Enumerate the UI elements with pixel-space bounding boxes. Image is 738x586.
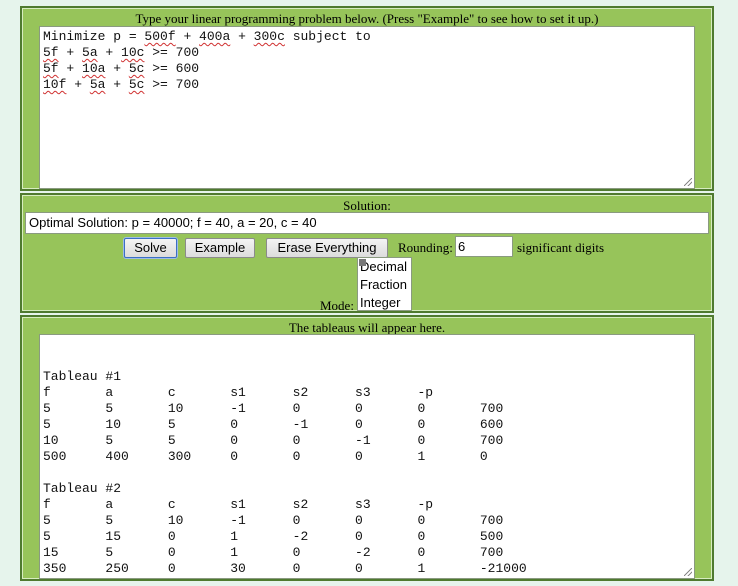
erase-everything-button[interactable]: Erase Everything: [266, 238, 388, 258]
solve-button[interactable]: Solve: [124, 238, 177, 258]
mode-option-integer[interactable]: Integer: [358, 294, 411, 312]
problem-text: >= 700: [144, 77, 200, 92]
tableau-text: Tableau #1 f a c s1 s2 s3 -p 5 5 10 -1 0…: [43, 369, 527, 576]
problem-text: +: [230, 29, 254, 44]
example-button[interactable]: Example: [185, 238, 255, 258]
misspelled-term: 5f: [43, 45, 59, 60]
problem-textarea[interactable]: Minimize p = 500f + 400a + 300c subject …: [39, 26, 695, 189]
misspelled-term: 5a: [82, 45, 98, 60]
problem-panel: Type your linear programming problem bel…: [20, 6, 714, 191]
mode-select[interactable]: Decimal Fraction Integer: [357, 257, 412, 311]
misspelled-term: 5a: [89, 77, 106, 92]
resize-grip-icon[interactable]: [684, 568, 692, 576]
problem-text: +: [105, 61, 129, 76]
rounding-input[interactable]: 6: [455, 236, 513, 257]
rounding-label: Rounding:: [398, 240, 453, 255]
problem-text: subject to: [284, 29, 371, 44]
tableau-panel: The tableaus will appear here. Tableau #…: [20, 315, 714, 581]
problem-text: +: [58, 45, 83, 60]
problem-text: Minimize p =: [43, 29, 145, 44]
misspelled-term: 400a: [199, 29, 231, 44]
problem-text: +: [97, 45, 122, 60]
mode-option-fraction[interactable]: Fraction: [358, 276, 411, 294]
misspelled-term: 300c: [253, 29, 285, 44]
solution-field[interactable]: Optimal Solution: p = 40000; f = 40, a =…: [25, 212, 709, 234]
problem-text: +: [66, 77, 90, 92]
misspelled-term: 5c: [128, 77, 145, 92]
resize-grip-icon[interactable]: [684, 178, 692, 186]
problem-line: 10f + 5a + 5c >= 700: [43, 77, 694, 93]
focus-marker: [359, 259, 366, 266]
tableau-textarea[interactable]: Tableau #1 f a c s1 s2 s3 -p 5 5 10 -1 0…: [39, 334, 695, 579]
problem-text: >= 700: [144, 45, 200, 60]
problem-text: >= 600: [144, 61, 200, 76]
problem-text: +: [175, 29, 200, 44]
misspelled-term: 5f: [43, 61, 59, 76]
problem-line: Minimize p = 500f + 400a + 300c subject …: [43, 29, 694, 45]
mode-label: Mode:: [320, 298, 354, 313]
problem-line: 5f + 10a + 5c >= 600: [43, 61, 694, 77]
misspelled-term: 10c: [121, 45, 145, 60]
misspelled-term: 10a: [82, 61, 106, 76]
problem-caption: Type your linear programming problem bel…: [135, 11, 599, 26]
misspelled-term: 500f: [144, 29, 176, 44]
misspelled-term: 10f: [43, 77, 67, 92]
solution-panel: Solution: Optimal Solution: p = 40000; f…: [20, 193, 714, 313]
problem-line: 5f + 5a + 10c >= 700: [43, 45, 694, 61]
significant-digits-label: significant digits: [517, 240, 605, 255]
problem-text: +: [105, 77, 129, 92]
misspelled-term: 5c: [128, 61, 145, 76]
problem-text: +: [58, 61, 83, 76]
